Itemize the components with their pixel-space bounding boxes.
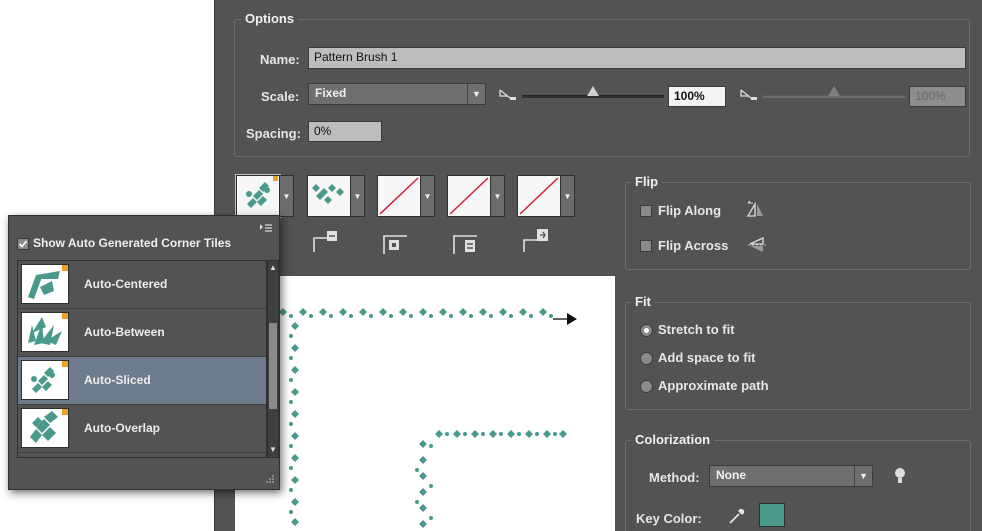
outer-corner-tile-icon	[313, 231, 337, 252]
none-slash-icon	[519, 177, 559, 215]
colorization-title: Colorization	[631, 432, 715, 447]
inner-corner-tile-icon	[453, 235, 477, 254]
scroll-up-icon[interactable]: ▲	[268, 261, 278, 275]
auto-overlap-thumbnail	[21, 408, 69, 448]
tile-side-tile[interactable]	[377, 175, 421, 217]
list-item-auto-sliced[interactable]: Auto-Sliced	[18, 357, 266, 405]
key-color-label: Key Color:	[636, 511, 702, 526]
tile-corner-marker	[62, 409, 68, 415]
scroll-down-icon[interactable]: ▼	[268, 443, 278, 457]
flip-across-icon	[748, 236, 766, 252]
add-space-to-fit-radio[interactable]	[640, 352, 653, 365]
tile-end-dropdown[interactable]: ▼	[561, 175, 575, 217]
list-item-auto-centered[interactable]: Auto-Centered	[18, 261, 266, 309]
side-tile-icon	[383, 235, 407, 254]
scale-slider-thumb[interactable]	[587, 86, 599, 96]
flip-along-icon	[746, 200, 763, 217]
add-space-to-fit-label: Add space to fit	[658, 350, 756, 365]
stretch-to-fit-radio[interactable]	[640, 324, 653, 337]
spacing-field[interactable]: 0%	[308, 121, 382, 142]
approximate-path-label: Approximate path	[658, 378, 769, 393]
scale-percent-field[interactable]: 100%	[668, 86, 726, 107]
flip-across-label: Flip Across	[658, 238, 729, 253]
flip-title: Flip	[631, 174, 663, 189]
chevron-down-icon: ▼	[854, 466, 872, 486]
resize-grip-icon[interactable]	[263, 474, 275, 486]
eyedropper-icon[interactable]	[727, 506, 747, 526]
tile-start-dropdown[interactable]: ▼	[491, 175, 505, 217]
panel-menu-icon[interactable]	[259, 222, 273, 234]
name-field[interactable]: Pattern Brush 1	[308, 47, 966, 69]
flip-group	[625, 182, 971, 270]
end-tile-icon	[523, 229, 548, 252]
pattern-tile-icon	[246, 176, 278, 208]
show-auto-checkbox-checkmark-icon[interactable]	[17, 238, 29, 250]
list-scrollbar[interactable]: ▲ ▼	[267, 260, 279, 458]
list-item-label: Auto-Overlap	[84, 421, 161, 435]
show-auto-label: Show Auto Generated Corner Tiles	[33, 236, 232, 250]
tile-corner-marker	[62, 313, 68, 319]
pattern-brush-dialog: Options Name: Pattern Brush 1 Scale: Fix…	[214, 0, 982, 531]
scale-select[interactable]: Fixed ▼	[308, 83, 486, 105]
stretch-to-fit-label: Stretch to fit	[658, 322, 735, 337]
none-slash-icon	[449, 177, 489, 215]
spacing-label: Spacing:	[246, 126, 301, 141]
tile-end[interactable]	[517, 175, 561, 217]
scale-slider-2-thumb	[828, 86, 840, 96]
tile-corner-marker	[62, 265, 68, 271]
list-item-label: Auto-Centered	[84, 277, 168, 291]
tile-corner-marker	[62, 361, 68, 367]
list-item-label: Auto-Sliced	[84, 373, 151, 387]
auto-sliced-thumbnail	[21, 360, 69, 400]
chevron-down-icon: ▼	[467, 84, 485, 104]
scale-label: Scale:	[261, 89, 300, 104]
pattern-tile-icon	[312, 184, 344, 204]
method-select[interactable]: None ▼	[709, 465, 873, 487]
flip-across-checkbox[interactable]	[640, 240, 652, 252]
auto-between-thumbnail	[21, 312, 69, 352]
name-label: Name:	[260, 52, 300, 67]
pattern-preview-path	[279, 308, 577, 528]
flip-along-label: Flip Along	[658, 203, 722, 218]
tile-outer-corner[interactable]	[307, 175, 351, 217]
pressure-max-icon	[740, 89, 757, 100]
list-item-auto-between[interactable]: Auto-Between	[18, 309, 266, 357]
approximate-path-radio[interactable]	[640, 380, 653, 393]
corner-tile-list: Auto-Centered Auto-Between Auto-Sliced A…	[17, 260, 267, 458]
list-item-auto-overlap[interactable]: Auto-Overlap	[18, 405, 266, 453]
fit-title: Fit	[631, 294, 655, 309]
tile-outer-corner-dropdown[interactable]: ▼	[351, 175, 365, 217]
tips-lightbulb-icon[interactable]	[893, 466, 907, 486]
method-select-value: None	[716, 468, 746, 482]
none-slash-icon	[379, 177, 419, 215]
corner-tile-popup: Show Auto Generated Corner Tiles Auto-Ce…	[8, 215, 280, 490]
scale-percent-2-field: 100%	[909, 86, 966, 107]
brush-preview	[235, 276, 615, 531]
tile-start[interactable]	[447, 175, 491, 217]
tile-side-tile-dropdown[interactable]: ▼	[421, 175, 435, 217]
key-color-swatch[interactable]	[759, 503, 785, 527]
tile-side[interactable]	[235, 174, 281, 218]
list-item-label: Auto-Between	[84, 325, 165, 339]
scrollbar-thumb[interactable]	[269, 323, 277, 409]
tile-side-dropdown[interactable]: ▼	[280, 175, 294, 217]
scale-select-value: Fixed	[315, 86, 347, 100]
method-label: Method:	[649, 470, 700, 485]
pressure-min-icon	[499, 89, 516, 100]
auto-centered-thumbnail	[21, 264, 69, 304]
options-title: Options	[241, 11, 299, 26]
flip-along-checkbox[interactable]	[640, 205, 652, 217]
